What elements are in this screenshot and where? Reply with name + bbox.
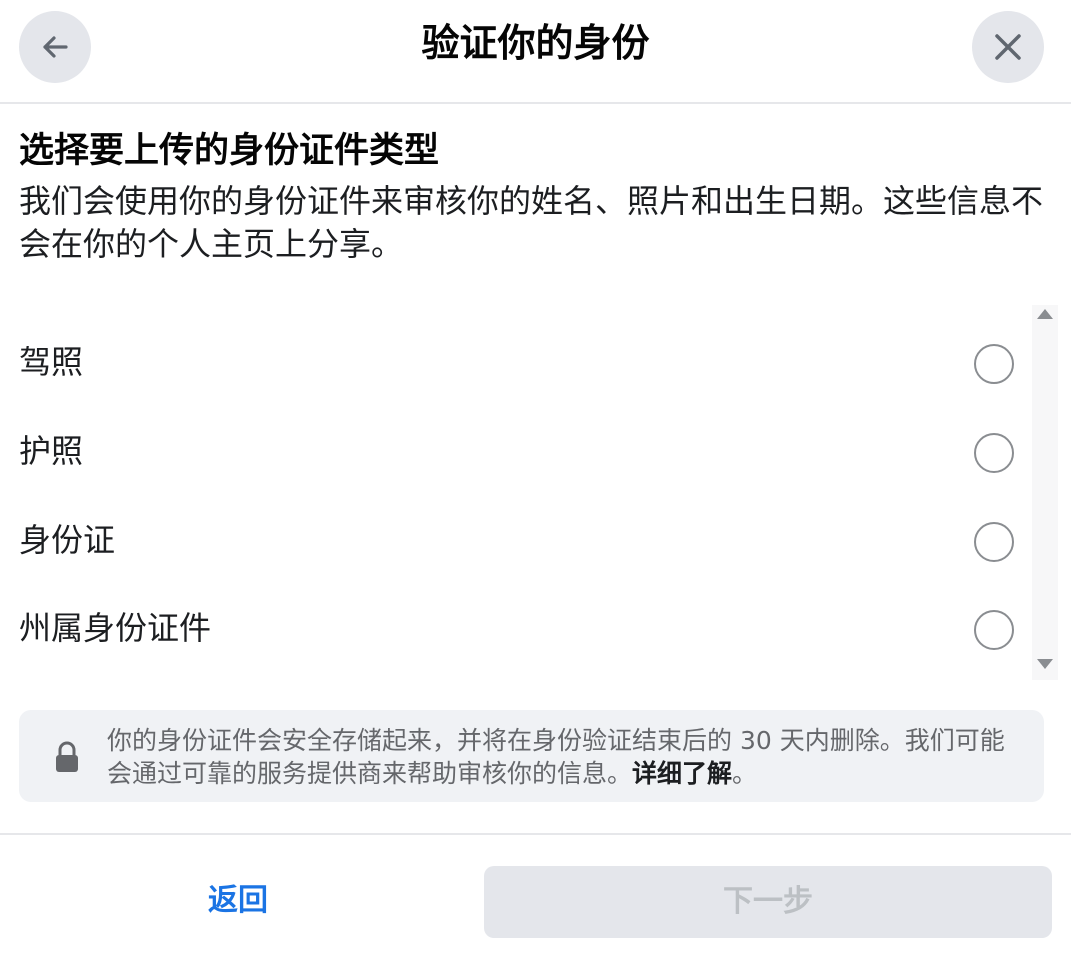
option-label: 身份证 — [19, 521, 116, 559]
option-label: 驾照 — [19, 343, 84, 381]
option-drivers-license[interactable]: 驾照 — [0, 320, 1030, 408]
next-step-button[interactable]: 下一步 — [484, 866, 1052, 938]
id-type-options-list: 驾照 护照 身份证 州属身份证件 — [0, 305, 1071, 680]
dialog-title: 验证你的身份 — [421, 21, 650, 65]
identity-card-radio[interactable] — [974, 522, 1014, 562]
option-passport[interactable]: 护照 — [0, 409, 1030, 497]
options-scrollbar[interactable] — [1032, 305, 1058, 680]
scroll-down-arrow-icon[interactable] — [1035, 657, 1055, 671]
footer-divider — [0, 833, 1071, 835]
option-identity-card[interactable]: 身份证 — [0, 498, 1030, 586]
notice-suffix: 。 — [732, 759, 758, 788]
id-type-description: 我们会使用你的身份证件来审核你的姓名、照片和出生日期。这些信息不会在你的个人主页… — [19, 182, 1044, 263]
security-notice: 你的身份证件会安全存储起来，并将在身份验证结束后的 30 天内删除。我们可能会通… — [19, 710, 1044, 802]
verify-identity-dialog: 验证你的身份 选择要上传的身份证件类型 我们会使用你的身份证件来审核你的姓名、照… — [0, 0, 1071, 967]
passport-radio[interactable] — [974, 433, 1014, 473]
notice-message: 你的身份证件会安全存储起来，并将在身份验证结束后的 30 天内删除。我们可能会通… — [107, 726, 1005, 788]
option-label: 护照 — [19, 432, 84, 470]
close-icon — [995, 34, 1021, 60]
dialog-header: 验证你的身份 — [0, 0, 1071, 104]
security-notice-text: 你的身份证件会安全存储起来，并将在身份验证结束后的 30 天内删除。我们可能会通… — [107, 724, 1017, 790]
id-type-heading: 选择要上传的身份证件类型 — [19, 131, 440, 171]
return-button[interactable]: 返回 — [188, 878, 288, 924]
learn-more-link[interactable]: 详细了解 — [632, 759, 732, 788]
close-button[interactable] — [972, 11, 1044, 83]
drivers-license-radio[interactable] — [974, 344, 1014, 384]
scroll-up-arrow-icon[interactable] — [1035, 307, 1055, 321]
option-label: 州属身份证件 — [19, 609, 212, 647]
lock-icon — [56, 741, 78, 772]
state-id-radio[interactable] — [974, 610, 1014, 650]
option-state-id[interactable]: 州属身份证件 — [0, 586, 1030, 674]
